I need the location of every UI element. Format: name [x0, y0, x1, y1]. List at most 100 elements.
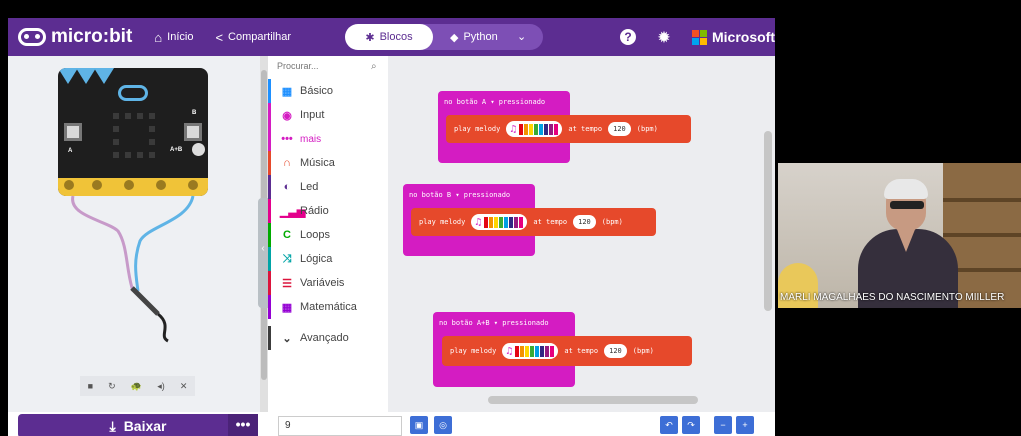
download-icon: ⤓	[109, 417, 116, 434]
zoom-out-icon[interactable]: −	[714, 416, 732, 434]
participant-hair	[884, 179, 928, 199]
melody-note	[519, 123, 524, 135]
category-matematica[interactable]: ▦ Matemática	[268, 295, 388, 319]
participant-glasses	[890, 201, 924, 209]
save-icon[interactable]: ▣	[410, 416, 428, 434]
play-label: play melody	[454, 125, 501, 133]
microsoft-grid-icon	[692, 29, 707, 45]
event-label: no botão A ▾ pressionado	[444, 98, 546, 106]
python-tab[interactable]: ◆ Python	[450, 24, 498, 50]
undo-icon[interactable]: ↶	[660, 416, 678, 434]
top-bar: micro:bit ⌂ Início < Compartilhar ✱ Bloc…	[8, 18, 775, 56]
event-label: no botão A+B ▾ pressionado	[439, 319, 549, 327]
tempo-input[interactable]: 120	[573, 215, 596, 229]
headphones-icon: ∩	[283, 157, 291, 169]
tempo-unit: (bpm)	[632, 347, 654, 355]
category-color-bar	[268, 295, 271, 319]
search-icon[interactable]: ⌕	[371, 61, 377, 72]
chevron-down-icon[interactable]: ⌄	[517, 30, 526, 43]
category-color-bar	[268, 151, 271, 175]
melody-note	[535, 345, 540, 357]
melody-note	[515, 345, 520, 357]
microbit-face-icon	[18, 28, 46, 46]
microsoft-logo[interactable]: Microsoft	[692, 29, 775, 45]
melody-note	[534, 123, 539, 135]
category-led[interactable]: ◐ Led	[268, 175, 388, 199]
melody-note	[489, 216, 494, 228]
melody-picker[interactable]: ♫	[471, 214, 528, 230]
category-label: Matemática	[300, 301, 357, 313]
participant-video-tile: MARLI MAGALHAES DO NASCIMENTO MIILLER	[778, 163, 1021, 308]
blocks-tab[interactable]: ✱ Blocos	[345, 24, 433, 50]
stop-icon[interactable]: ■	[88, 381, 93, 391]
melody-note	[530, 345, 535, 357]
lines-icon: ☰	[282, 277, 292, 290]
loop-icon: C	[283, 229, 291, 241]
category-color-bar	[268, 127, 271, 151]
tempo-input[interactable]: 120	[604, 344, 627, 358]
project-name-input[interactable]: 9	[278, 416, 402, 436]
category-color-bar	[268, 103, 271, 127]
category-variaveis[interactable]: ☰ Variáveis	[268, 271, 388, 295]
category-input[interactable]: ◉ Input	[268, 103, 388, 127]
melody-note	[544, 123, 549, 135]
share-button[interactable]: < Compartilhar	[215, 30, 291, 45]
melody-note	[525, 345, 530, 357]
zoom-in-icon[interactable]: +	[736, 416, 754, 434]
category-input-more[interactable]: ••• mais	[268, 127, 388, 151]
category-loops[interactable]: C Loops	[268, 223, 388, 247]
tempo-label: at tempo	[533, 218, 568, 226]
microbit-logo[interactable]: micro:bit	[18, 26, 132, 48]
download-more-button[interactable]: •••	[228, 414, 258, 436]
home-label: Início	[167, 31, 194, 43]
category-label: Rádio	[300, 205, 329, 217]
melody-note	[484, 216, 489, 228]
screenshot-icon[interactable]: ✕	[180, 381, 188, 392]
melody-picker[interactable]: ♫	[502, 343, 559, 359]
tempo-label: at tempo	[564, 347, 599, 355]
melody-picker[interactable]: ♫	[506, 121, 563, 137]
github-icon[interactable]: ◎	[434, 416, 452, 434]
workspace-horizontal-scrollbar[interactable]	[488, 396, 698, 404]
play-melody-block[interactable]: play melody ♫ at tempo 120 (bpm)	[411, 208, 656, 236]
category-avancado[interactable]: ⌄ Avançado	[268, 326, 388, 350]
home-icon: ⌂	[154, 29, 163, 45]
melody-note	[539, 123, 544, 135]
category-color-bar	[268, 247, 271, 271]
category-radio[interactable]: ▁▃▅ Rádio	[268, 199, 388, 223]
help-icon[interactable]: ?	[620, 29, 636, 45]
mute-icon[interactable]: ◂)	[157, 381, 165, 392]
category-label: Lógica	[300, 253, 333, 265]
melody-note	[504, 216, 509, 228]
category-basico[interactable]: ▦ Básico	[268, 79, 388, 103]
category-logica[interactable]: ⤨ Lógica	[268, 247, 388, 271]
blocks-workspace[interactable]: no botão A ▾ pressionado play melody ♫ a…	[388, 56, 775, 412]
play-melody-block[interactable]: play melody ♫ at tempo 120 (bpm)	[442, 336, 692, 366]
play-melody-block[interactable]: play melody ♫ at tempo 120 (bpm)	[446, 115, 691, 143]
melody-note	[554, 123, 559, 135]
tempo-label: at tempo	[568, 125, 603, 133]
toolbox: Procurar... ⌕ ▦ Básico ◉ Input ••• mais …	[268, 56, 388, 412]
play-label: play melody	[450, 347, 497, 355]
melody-note	[519, 216, 524, 228]
search-input[interactable]: Procurar...	[277, 61, 381, 77]
signal-icon: ▁▃▅	[280, 205, 306, 218]
category-musica[interactable]: ∩ Música	[268, 151, 388, 175]
download-button[interactable]: ⤓ Baixar	[18, 414, 258, 436]
category-color-bar	[268, 223, 271, 247]
gear-icon[interactable]: ✹	[656, 29, 672, 45]
home-button[interactable]: ⌂ Início	[154, 30, 193, 45]
editor-mode-toggle: ✱ Blocos ◆ Python ⌄	[345, 24, 543, 50]
download-label: Baixar	[123, 418, 167, 434]
collapse-simulator-button[interactable]: ‹	[258, 198, 268, 308]
slowmo-icon[interactable]: 🐢	[131, 381, 142, 392]
category-color-bar	[268, 271, 271, 295]
melody-note	[499, 216, 504, 228]
category-color-bar	[268, 326, 271, 350]
workspace-vertical-scrollbar[interactable]	[764, 131, 772, 311]
calculator-icon: ▦	[281, 301, 293, 314]
blocks-label: Blocos	[379, 31, 413, 43]
redo-icon[interactable]: ↷	[682, 416, 700, 434]
restart-icon[interactable]: ↻	[108, 381, 116, 392]
tempo-input[interactable]: 120	[608, 122, 631, 136]
